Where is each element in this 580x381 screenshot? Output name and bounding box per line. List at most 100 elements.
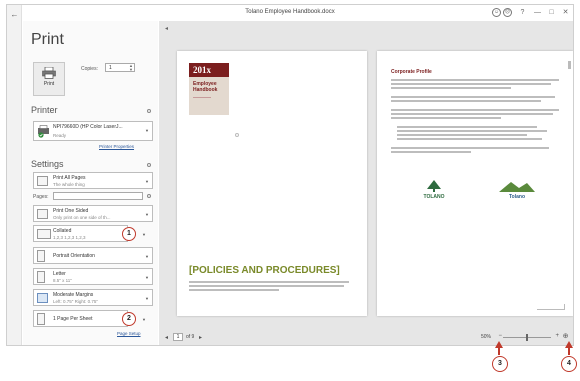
portrait-icon [37, 250, 45, 262]
zoom-slider-thumb[interactable] [526, 334, 528, 341]
page-title: Print [31, 31, 64, 48]
setting-detail: 8.5" x 11" [53, 278, 72, 283]
chevron-down-icon[interactable]: ▼ [142, 317, 146, 322]
printer-info-icon[interactable] [147, 109, 151, 113]
one-sided-icon [37, 209, 48, 219]
printer-status: Ready [53, 133, 67, 138]
orientation-dropdown[interactable]: Portrait Orientation ▼ [33, 247, 153, 264]
printer-name: NPI79660D (HP Color LaserJ... [53, 124, 123, 130]
callout-3-arrowhead [495, 341, 503, 348]
print-settings-panel: Print Print Copies: 1 ▲ ▼ Printer NPI7966… [23, 21, 158, 345]
chevron-down-icon: ▼ [145, 275, 149, 280]
logo-row: TOLANO Tolano [391, 179, 559, 205]
mountain-logo-icon [499, 182, 535, 192]
logo-left-text: TOLANO [423, 194, 445, 200]
cover-year: 201x [189, 63, 229, 77]
page-total: of 9 [186, 334, 195, 340]
callout-4: 4 [561, 356, 577, 372]
pages-per-sheet-dropdown[interactable]: 1 Page Per Sheet [33, 310, 128, 327]
print-range-dropdown[interactable]: Print All Pages The whole thing ▼ [33, 172, 153, 189]
printer-properties-link[interactable]: Printer Properties [99, 144, 134, 149]
setting-label: Print All Pages [53, 175, 86, 181]
pages-icon [37, 176, 48, 186]
cover-marker [235, 133, 239, 137]
margins-dropdown[interactable]: Moderate Margins Left: 0.75" Right: 0.75… [33, 289, 153, 306]
back-arrow-icon[interactable]: ← [9, 9, 20, 20]
copies-value: 1 [109, 65, 112, 71]
callout-4-arrowhead [565, 341, 573, 348]
print-preview[interactable]: ◂ 201x Employee Handbook [POLICIES AND P… [159, 21, 573, 345]
cover-title: Employee Handbook [193, 81, 218, 93]
print-button-label: Print [43, 81, 55, 87]
setting-label: Collated [53, 228, 72, 234]
zoom-in-icon[interactable]: + [555, 333, 559, 339]
zoom-slider[interactable] [503, 334, 551, 341]
setting-detail: Left: 0.75" Right: 0.75" [53, 299, 98, 304]
preview-page-1: 201x Employee Handbook [POLICIES AND PRO… [177, 51, 367, 316]
preview-status-bar: ◂ 1 of 9 ▸ 50% − + ⊕ [159, 331, 573, 345]
maximize-button[interactable]: □ [547, 8, 556, 17]
smiley-icon[interactable]: ☺ [492, 8, 501, 17]
print-backstage-window: Tolano Employee Handbook.docx ☺ ☹ ? — □ … [6, 4, 574, 346]
setting-label: Letter [53, 271, 66, 277]
profile-text-block [391, 79, 559, 155]
setting-label: Portrait Orientation [53, 253, 95, 259]
tolano-logo-right: Tolano [487, 179, 547, 205]
chevron-down-icon: ▼ [145, 128, 149, 133]
sheet-icon [37, 313, 45, 325]
collated-icon [37, 229, 51, 239]
copies-label: Copies: [81, 66, 98, 72]
settings-heading: Settings [31, 159, 64, 169]
callout-3: 3 [492, 356, 508, 372]
backstage-nav: ← [7, 5, 22, 345]
close-button[interactable]: ✕ [561, 8, 570, 17]
callout-4-arrow [568, 347, 570, 355]
cover-subtitle-line [193, 97, 211, 100]
settings-info-icon[interactable] [147, 163, 151, 167]
callout-3-arrow [498, 347, 500, 355]
setting-detail: 1,2,3 1,2,3 1,2,3 [53, 235, 86, 240]
preview-collapse-icon[interactable]: ◂ [165, 25, 171, 32]
previous-page-icon[interactable]: ◂ [165, 334, 168, 341]
collation-dropdown[interactable]: Collated 1,2,3 1,2,3 1,2,3 [33, 225, 128, 242]
callout-1: 1 [122, 227, 136, 241]
paper-icon [37, 271, 45, 283]
page-setup-link[interactable]: Page Setup [117, 331, 141, 336]
zoom-to-page-icon[interactable]: ⊕ [561, 332, 570, 341]
zoom-out-icon[interactable]: − [498, 333, 502, 339]
tree-logo-icon [427, 180, 441, 192]
zoom-percentage[interactable]: 50% [481, 334, 491, 340]
chevron-down-icon: ▼ [145, 212, 149, 217]
copies-input[interactable]: 1 ▲ ▼ [105, 63, 135, 72]
frown-icon[interactable]: ☹ [503, 8, 512, 17]
preview-scrollbar[interactable] [568, 61, 571, 69]
sides-dropdown[interactable]: Print One Sided Only print on one side o… [33, 205, 153, 222]
chevron-down-icon[interactable]: ▼ [142, 232, 146, 237]
setting-label: Moderate Margins [53, 292, 94, 298]
paper-size-dropdown[interactable]: Letter 8.5" x 11" ▼ [33, 268, 153, 285]
print-button[interactable]: Print [33, 62, 65, 96]
pages-info-icon[interactable] [147, 194, 151, 198]
chevron-down-icon: ▼ [145, 296, 149, 301]
chevron-down-icon: ▼ [145, 254, 149, 259]
title-bar: Tolano Employee Handbook.docx ☺ ☹ ? — □ … [7, 5, 573, 21]
printer-dropdown[interactable]: NPI79660D (HP Color LaserJ... Ready ▼ [33, 121, 153, 141]
printer-icon [42, 67, 56, 79]
minimize-button[interactable]: — [533, 8, 542, 17]
next-page-icon[interactable]: ▸ [199, 334, 202, 341]
pages-input[interactable] [53, 192, 143, 200]
setting-label: 1 Page Per Sheet [53, 316, 93, 322]
page-corner-mark [537, 304, 565, 310]
callout-2: 2 [122, 312, 136, 326]
tolano-logo-left: TOLANO [409, 179, 459, 205]
printer-status-icon [38, 125, 49, 138]
printer-heading: Printer [31, 105, 58, 115]
page-number-input[interactable]: 1 [173, 333, 183, 341]
preview-page-2: Corporate Profile TOLANO Tolano [377, 51, 573, 316]
window-title: Tolano Employee Handbook.docx [245, 9, 335, 15]
setting-label: Print One Sided [53, 208, 89, 214]
help-button[interactable]: ? [518, 8, 527, 17]
copies-spinner-icon[interactable]: ▲ ▼ [129, 64, 133, 72]
pages-label: Pages: [33, 194, 49, 200]
profile-heading: Corporate Profile [391, 69, 432, 75]
